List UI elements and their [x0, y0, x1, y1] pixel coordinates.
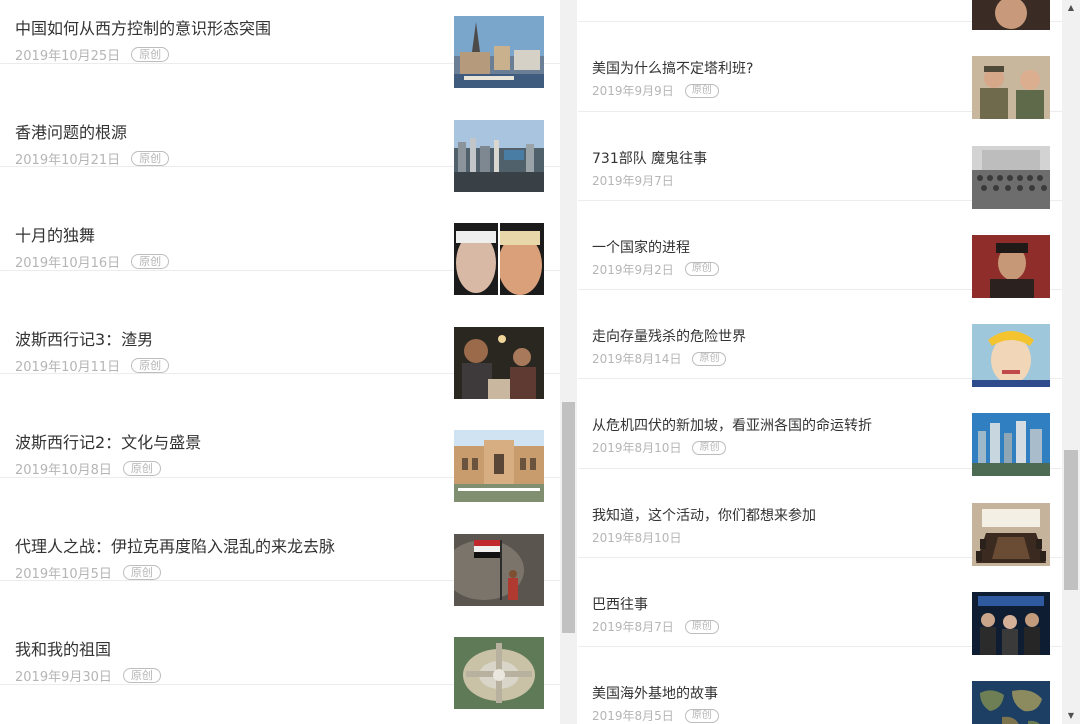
article-title[interactable]: 十月的独舞: [15, 222, 95, 246]
original-badge: 原创: [684, 708, 719, 723]
right-article-pane: 美国为什么搞不定塔利班? 2019年9月9日 原创 731部队 魔鬼往事 2019年9月…: [578, 0, 1062, 724]
article-date: 2019年8月7日: [592, 620, 674, 635]
original-badge: 原创: [131, 254, 170, 269]
right-article-item[interactable]: 731部队 魔鬼往事 2019年9月7日: [578, 112, 1062, 209]
article-title[interactable]: 巴西往事: [592, 594, 648, 614]
right-article-item[interactable]: 我知道，这个活动，你们都想来参加 2019年8月10日: [578, 469, 1062, 566]
article-meta: 2019年8月14日 原创: [592, 350, 727, 367]
airport-aerial-thumbnail[interactable]: [454, 637, 544, 709]
singapore-skyline-thumbnail[interactable]: [972, 413, 1050, 477]
historic-group-photo-thumbnail[interactable]: [972, 145, 1050, 209]
asian-portrait-red-thumbnail[interactable]: [972, 234, 1050, 298]
right-article-item[interactable]: 美国为什么搞不定塔利班? 2019年9月9日 原创: [578, 22, 1062, 120]
article-title[interactable]: 波斯西行记3：渣男: [15, 326, 153, 350]
left-article-item[interactable]: 波斯西行记3：渣男 2019年10月11日 原创: [0, 271, 560, 399]
conference-room-thumbnail[interactable]: [972, 502, 1050, 566]
article-title[interactable]: 我知道，这个活动，你们都想来参加: [592, 505, 816, 525]
article-title[interactable]: 走向存量残杀的危险世界: [592, 326, 746, 346]
scroll-up-arrow-icon[interactable]: ▲: [1062, 0, 1080, 16]
right-article-item[interactable]: 巴西往事 2019年8月7日 原创: [578, 558, 1062, 656]
article-meta: 2019年9月30日 原创: [15, 666, 161, 685]
article-date: 2019年8月5日: [592, 709, 674, 724]
article-title[interactable]: 一个国家的进程: [592, 237, 690, 257]
article-date: 2019年10月16日: [15, 256, 121, 271]
right-scrollbar-thumb[interactable]: [1064, 450, 1078, 590]
article-meta: 2019年10月25日 原创: [15, 45, 170, 64]
article-meta: 2019年10月11日 原创: [15, 356, 170, 375]
article-title[interactable]: 从危机四伏的新加坡，看亚洲各国的命运转折: [592, 415, 872, 435]
original-badge: 原创: [131, 357, 170, 373]
scroll-down-arrow-icon[interactable]: ▼: [1062, 708, 1080, 724]
article-meta: 2019年8月5日 原创: [592, 707, 719, 724]
article-meta: 2019年10月8日 原创: [15, 459, 161, 478]
article-date: 2019年9月9日: [592, 84, 674, 99]
article-date: 2019年8月10日: [592, 530, 682, 545]
article-date: 2019年9月30日: [15, 670, 112, 685]
left-scrollbar-thumb[interactable]: [562, 402, 575, 633]
article-title[interactable]: 731部队 魔鬼往事: [592, 148, 707, 168]
article-meta: 2019年8月10日 原创: [592, 439, 727, 456]
original-badge: 原创: [122, 564, 161, 580]
article-title[interactable]: 美国为什么搞不定塔利班?: [592, 58, 753, 78]
original-badge: 原创: [122, 461, 161, 476]
right-article-item[interactable]: 一个国家的进程 2019年9月2日 原创: [578, 201, 1062, 298]
article-date: 2019年8月14日: [592, 352, 682, 367]
article-meta: 2019年10月16日 原创: [15, 252, 170, 271]
article-date: 2019年9月7日: [592, 173, 674, 188]
original-badge: 原创: [684, 262, 719, 277]
left-scrollbar[interactable]: [560, 0, 577, 724]
soldiers-portrait-thumbnail[interactable]: [972, 56, 1050, 120]
article-title[interactable]: 代理人之战：伊拉克再度陷入混乱的来龙去脉: [15, 533, 335, 557]
right-article-item[interactable]: [578, 0, 1062, 30]
left-article-item[interactable]: 十月的独舞 2019年10月16日 原创: [0, 167, 560, 295]
world-map-satellite-thumbnail[interactable]: [972, 681, 1050, 724]
article-date: 2019年10月8日: [15, 463, 112, 478]
article-meta: 2019年9月7日: [592, 172, 674, 189]
article-meta: 2019年10月21日 原创: [15, 149, 170, 168]
article-title[interactable]: 美国海外基地的故事: [592, 683, 718, 703]
left-article-item[interactable]: 香港问题的根源 2019年10月21日 原创: [0, 64, 560, 192]
right-article-item[interactable]: 走向存量残杀的危险世界 2019年8月14日 原创: [578, 290, 1062, 388]
original-badge: 原创: [122, 668, 161, 683]
article-meta: 2019年9月2日 原创: [592, 261, 719, 278]
left-article-list: 中国如何从西方控制的意识形态突围 2019年10月25日 原创 香港问题的根源 2019…: [0, 0, 560, 709]
original-badge: 原创: [684, 83, 719, 98]
article-date: 2019年10月11日: [15, 359, 121, 375]
cinema-audience-thumbnail[interactable]: [972, 592, 1050, 656]
article-date: 2019年8月10日: [592, 441, 682, 456]
original-badge: 原创: [131, 47, 170, 62]
left-article-item[interactable]: 中国如何从西方控制的意识形态突围 2019年10月25日 原创: [0, 0, 560, 88]
right-article-item[interactable]: 从危机四伏的新加坡，看亚洲各国的命运转折 2019年8月10日 原创: [578, 379, 1062, 477]
left-article-item[interactable]: 波斯西行记2：文化与盛景 2019年10月8日 原创: [0, 374, 560, 502]
original-badge: 原创: [131, 150, 170, 166]
article-meta: 2019年10月5日 原创: [15, 563, 161, 582]
article-title[interactable]: 我和我的祖国: [15, 636, 111, 660]
article-date: 2019年10月5日: [15, 566, 112, 582]
original-badge: 原创: [684, 619, 719, 634]
trump-caricature-thumbnail[interactable]: [972, 324, 1050, 388]
original-badge: 原创: [692, 351, 727, 366]
article-date: 2019年10月25日: [15, 49, 121, 64]
article-title[interactable]: 中国如何从西方控制的意识形态突围: [15, 15, 271, 39]
left-article-item[interactable]: 我和我的祖国 2019年9月30日 原创: [0, 581, 560, 709]
original-badge: 原创: [692, 440, 727, 455]
right-scrollbar[interactable]: ▲ ▼: [1062, 0, 1080, 724]
article-title[interactable]: 波斯西行记2：文化与盛景: [15, 429, 201, 453]
article-date: 2019年10月21日: [15, 152, 121, 168]
article-meta: 2019年8月10日: [592, 529, 681, 546]
article-title[interactable]: 香港问题的根源: [15, 119, 127, 143]
article-meta: 2019年9月9日 原创: [592, 82, 719, 99]
article-date: 2019年9月2日: [592, 262, 674, 277]
left-article-item[interactable]: 代理人之战：伊拉克再度陷入混乱的来龙去脉 2019年10月5日 原创: [0, 478, 560, 606]
right-article-list: 美国为什么搞不定塔利班? 2019年9月9日 原创 731部队 魔鬼往事 2019年9月…: [578, 0, 1062, 724]
right-article-item[interactable]: 美国海外基地的故事 2019年8月5日 原创: [578, 647, 1062, 724]
article-meta: 2019年8月7日 原创: [592, 618, 719, 635]
left-article-pane: 中国如何从西方控制的意识形态突围 2019年10月25日 原创 香港问题的根源 2019…: [0, 0, 560, 724]
